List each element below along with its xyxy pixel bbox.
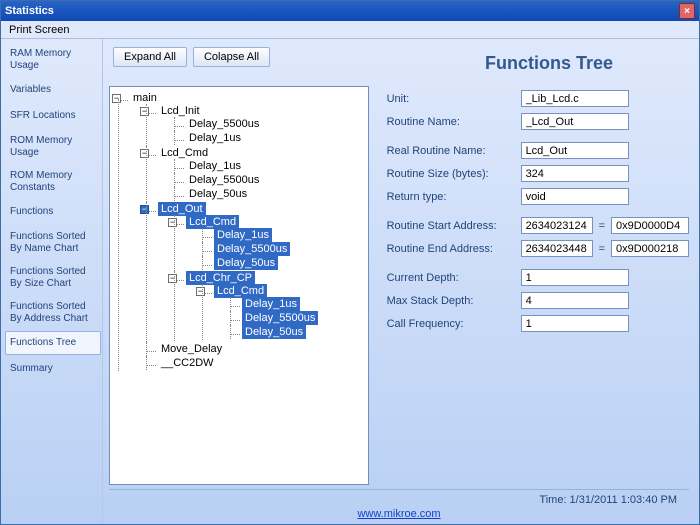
tree-leaf[interactable]: Delay_1us — [200, 228, 364, 242]
tree-leaf[interactable]: Delay_50us — [228, 325, 364, 339]
real-routine-label: Real Routine Name: — [387, 145, 515, 157]
tree-node-lcd-cmd[interactable]: −Lcd_Cmd Delay_1us Delay_5500us Delay_50… — [200, 284, 364, 340]
routine-name-field[interactable] — [521, 113, 629, 130]
minus-icon[interactable]: − — [168, 274, 177, 283]
properties-panel: Unit: Routine Name: Real Routine Name: R… — [387, 86, 689, 485]
tree-pane[interactable]: −main −Lcd_Init Delay_5500us Delay_1us −… — [109, 86, 369, 485]
sidebar: RAM Memory Usage Variables SFR Locations… — [1, 39, 103, 524]
size-label: Routine Size (bytes): — [387, 168, 515, 180]
minus-icon[interactable]: − — [168, 218, 177, 227]
toolbar: Expand All Colapse All — [113, 47, 409, 67]
tree-leaf[interactable]: Delay_5500us — [172, 117, 364, 131]
tree-node-lcd-out[interactable]: −Lcd_Out −Lcd_Cmd Delay_1us Delay_5500us… — [144, 202, 364, 342]
sidebar-item-summary[interactable]: Summary — [5, 357, 101, 381]
end-addr-hex-field[interactable] — [611, 240, 689, 257]
current-depth-label: Current Depth: — [387, 272, 515, 284]
sidebar-item-fs-size[interactable]: Functions Sorted By Size Chart — [5, 261, 101, 294]
start-addr-label: Routine Start Address: — [387, 220, 515, 232]
tree-leaf[interactable]: Delay_5500us — [172, 173, 364, 187]
tree-leaf[interactable]: Delay_1us — [172, 159, 364, 173]
tree-leaf[interactable]: Delay_1us — [172, 131, 364, 145]
start-addr-dec-field[interactable] — [521, 217, 593, 234]
end-addr-dec-field[interactable] — [521, 240, 593, 257]
start-addr-hex-field[interactable] — [611, 217, 689, 234]
return-field[interactable] — [521, 188, 629, 205]
sidebar-item-fs-name[interactable]: Functions Sorted By Name Chart — [5, 226, 101, 259]
minus-icon[interactable]: − — [112, 94, 121, 103]
end-addr-label: Routine End Address: — [387, 243, 515, 255]
sidebar-item-variables[interactable]: Variables — [5, 78, 101, 102]
minus-icon[interactable]: − — [196, 287, 205, 296]
sidebar-item-sfr[interactable]: SFR Locations — [5, 104, 101, 128]
tree-node-main[interactable]: −main −Lcd_Init Delay_5500us Delay_1us −… — [116, 91, 364, 371]
client-area: RAM Memory Usage Variables SFR Locations… — [1, 39, 699, 524]
tree-node-lcd-chr-cp[interactable]: −Lcd_Chr_CP −Lcd_Cmd Delay_1us Delay_550… — [172, 271, 364, 341]
sidebar-item-functions-tree[interactable]: Functions Tree — [5, 331, 101, 355]
page-title: Functions Tree — [409, 53, 689, 74]
tree-leaf[interactable]: __CC2DW — [144, 356, 364, 370]
titlebar: Statistics × — [1, 1, 699, 21]
max-depth-field[interactable] — [521, 292, 629, 309]
tree-leaf[interactable]: Delay_50us — [200, 256, 364, 270]
routine-name-label: Routine Name: — [387, 116, 515, 128]
sidebar-item-functions[interactable]: Functions — [5, 200, 101, 224]
sidebar-item-rom-constants[interactable]: ROM Memory Constants — [5, 165, 101, 198]
minus-icon[interactable]: − — [140, 107, 149, 116]
collapse-all-button[interactable]: Colapse All — [193, 47, 270, 67]
max-depth-label: Max Stack Depth: — [387, 295, 515, 307]
minus-icon[interactable]: − — [140, 205, 149, 214]
call-freq-label: Call Frequency: — [387, 318, 515, 330]
unit-label: Unit: — [387, 93, 515, 105]
tree-leaf[interactable]: Delay_1us — [228, 297, 364, 311]
close-button[interactable]: × — [679, 3, 695, 19]
tree-leaf[interactable]: Move_Delay — [144, 342, 364, 356]
expand-all-button[interactable]: Expand All — [113, 47, 187, 67]
equals-icon: = — [599, 220, 605, 232]
window: Statistics × Print Screen RAM Memory Usa… — [0, 0, 700, 525]
sidebar-item-fs-address[interactable]: Functions Sorted By Address Chart — [5, 296, 101, 329]
unit-field[interactable] — [521, 90, 629, 107]
minus-icon[interactable]: − — [140, 149, 149, 158]
tree-leaf[interactable]: Delay_50us — [172, 187, 364, 201]
real-routine-field[interactable] — [521, 142, 629, 159]
content-row: −main −Lcd_Init Delay_5500us Delay_1us −… — [109, 86, 689, 485]
window-title: Statistics — [5, 5, 54, 17]
size-field[interactable] — [521, 165, 629, 182]
menu-print-screen[interactable]: Print Screen — [1, 22, 78, 38]
tree-leaf[interactable]: Delay_5500us — [200, 242, 364, 256]
footer: Time: 1/31/2011 1:03:40 PM www.mikroe.co… — [109, 489, 689, 522]
equals-icon: = — [599, 243, 605, 255]
tree-node-lcd-cmd[interactable]: −Lcd_Cmd Delay_1us Delay_5500us Delay_50… — [172, 215, 364, 271]
sidebar-item-ram[interactable]: RAM Memory Usage — [5, 43, 101, 76]
return-label: Return type: — [387, 191, 515, 203]
main-area: Expand All Colapse All Functions Tree −m… — [103, 39, 699, 524]
tree-leaf[interactable]: Delay_5500us — [228, 311, 364, 325]
time-label: Time: 1/31/2011 1:03:40 PM — [539, 494, 683, 506]
call-freq-field[interactable] — [521, 315, 629, 332]
sidebar-item-rom-usage[interactable]: ROM Memory Usage — [5, 130, 101, 163]
tree-node-lcd-cmd[interactable]: −Lcd_Cmd Delay_1us Delay_5500us Delay_50… — [144, 146, 364, 202]
mikroe-link[interactable]: www.mikroe.com — [357, 508, 440, 520]
tree-node-lcd-init[interactable]: −Lcd_Init Delay_5500us Delay_1us — [144, 104, 364, 146]
menubar: Print Screen — [1, 21, 699, 39]
current-depth-field[interactable] — [521, 269, 629, 286]
